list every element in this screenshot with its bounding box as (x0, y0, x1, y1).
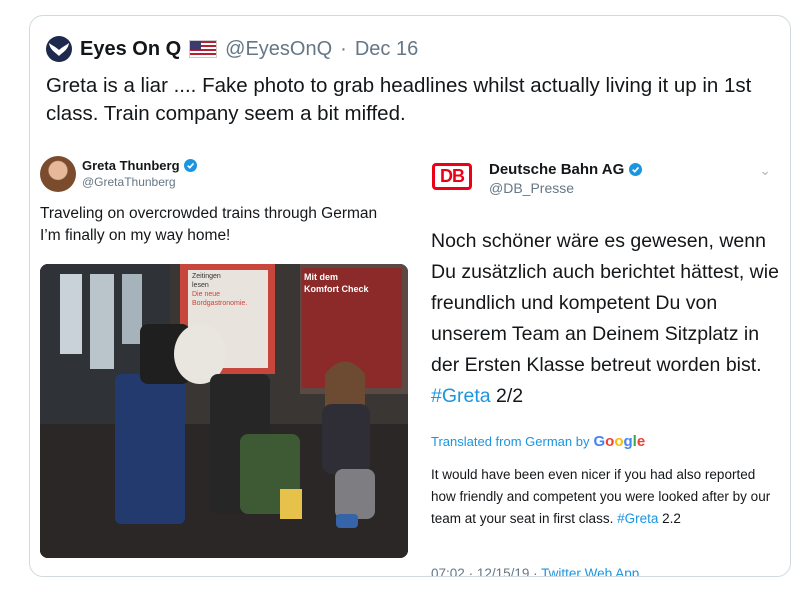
tweet-header: Eyes On Q @EyesOnQ · Dec 16 (46, 34, 418, 64)
train-photo: Zeitingen lesen Die neue Bordgastronomie… (40, 264, 408, 558)
db-name-row: Deutsche Bahn AG (489, 161, 643, 178)
train-photo-illustration: Zeitingen lesen Die neue Bordgastronomie… (40, 264, 408, 558)
verified-badge-icon (183, 159, 197, 172)
chevron-down-icon: ⌄ (759, 162, 771, 178)
tweet-text: Greta is a liar .... Fake photo to grab … (46, 74, 752, 125)
greta-name: Greta Thunberg (82, 158, 180, 173)
hashtag-link: #Greta (431, 385, 491, 407)
tweet-date[interactable]: Dec 16 (355, 38, 418, 61)
tweet-time: 07:02 (431, 566, 465, 577)
header-separator: · (340, 37, 347, 60)
photo-sign-2-line-2: Komfort Check (304, 284, 370, 294)
db-tweet-screenshot[interactable]: DB Deutsche Bahn AG @DB_Presse ⌄ Noch sc… (423, 148, 783, 576)
greta-handle: @GretaThunberg (82, 175, 176, 189)
photo-sign-2-line-1: Mit dem (304, 272, 338, 282)
translation-suffix: 2.2 (662, 511, 681, 526)
db-text-body: Noch schöner wäre es gewesen, wenn Du zu… (431, 230, 779, 376)
translation-hashtag: #Greta (617, 511, 659, 526)
db-name: Deutsche Bahn AG (489, 161, 625, 178)
photo-sign-1-line-1: Zeitingen (192, 273, 221, 280)
db-text-suffix: 2/2 (496, 385, 524, 407)
greta-tweet-screenshot[interactable]: Greta Thunberg @GretaThunberg Traveling … (40, 148, 408, 566)
db-handle: @DB_Presse (489, 180, 575, 196)
translation-body: It would have been even nicer if you had… (431, 467, 771, 526)
meta-separator-2: · (533, 566, 538, 577)
bird-wings-icon (49, 43, 69, 56)
translation-text: It would have been even nicer if you had… (431, 464, 776, 530)
tweet-card[interactable]: Eyes On Q @EyesOnQ · Dec 16 Greta is a l… (29, 15, 791, 577)
twitter-web-app-link: Twitter Web App (541, 566, 640, 577)
db-tweet-text: Noch schöner wäre es gewesen, wenn Du zu… (431, 226, 781, 412)
translated-label: Translated from German by Google (431, 433, 645, 450)
author-handle[interactable]: @EyesOnQ (225, 38, 332, 61)
greta-text-line-1: Traveling on overcrowded trains through … (40, 205, 378, 222)
tweet-meta: 07:02 · 12/15/19 · Twitter Web App (431, 566, 640, 577)
author-name[interactable]: Eyes On Q (80, 38, 181, 61)
greta-tweet-text: Traveling on overcrowded trains through … (40, 203, 408, 247)
us-flag-icon (189, 40, 218, 58)
db-logo: DB (432, 163, 472, 190)
photo-sign-1-line-4: Bordgastronomie. (192, 300, 247, 307)
photo-sign-1-line-3: Die neue (192, 291, 220, 298)
greta-name-row: Greta Thunberg (82, 158, 197, 173)
greta-avatar (40, 156, 76, 192)
meta-separator-1: · (468, 566, 474, 577)
translated-from-text: Translated from German by (431, 434, 590, 449)
photo-sign-1-line-2: lesen (192, 282, 209, 289)
tweet-meta-date: 12/15/19 (476, 566, 530, 577)
verified-badge-icon (629, 163, 643, 176)
google-logo: Google (593, 433, 646, 450)
greta-text-line-2: I’m finally on my way home! (40, 227, 231, 244)
author-avatar[interactable] (46, 36, 72, 62)
